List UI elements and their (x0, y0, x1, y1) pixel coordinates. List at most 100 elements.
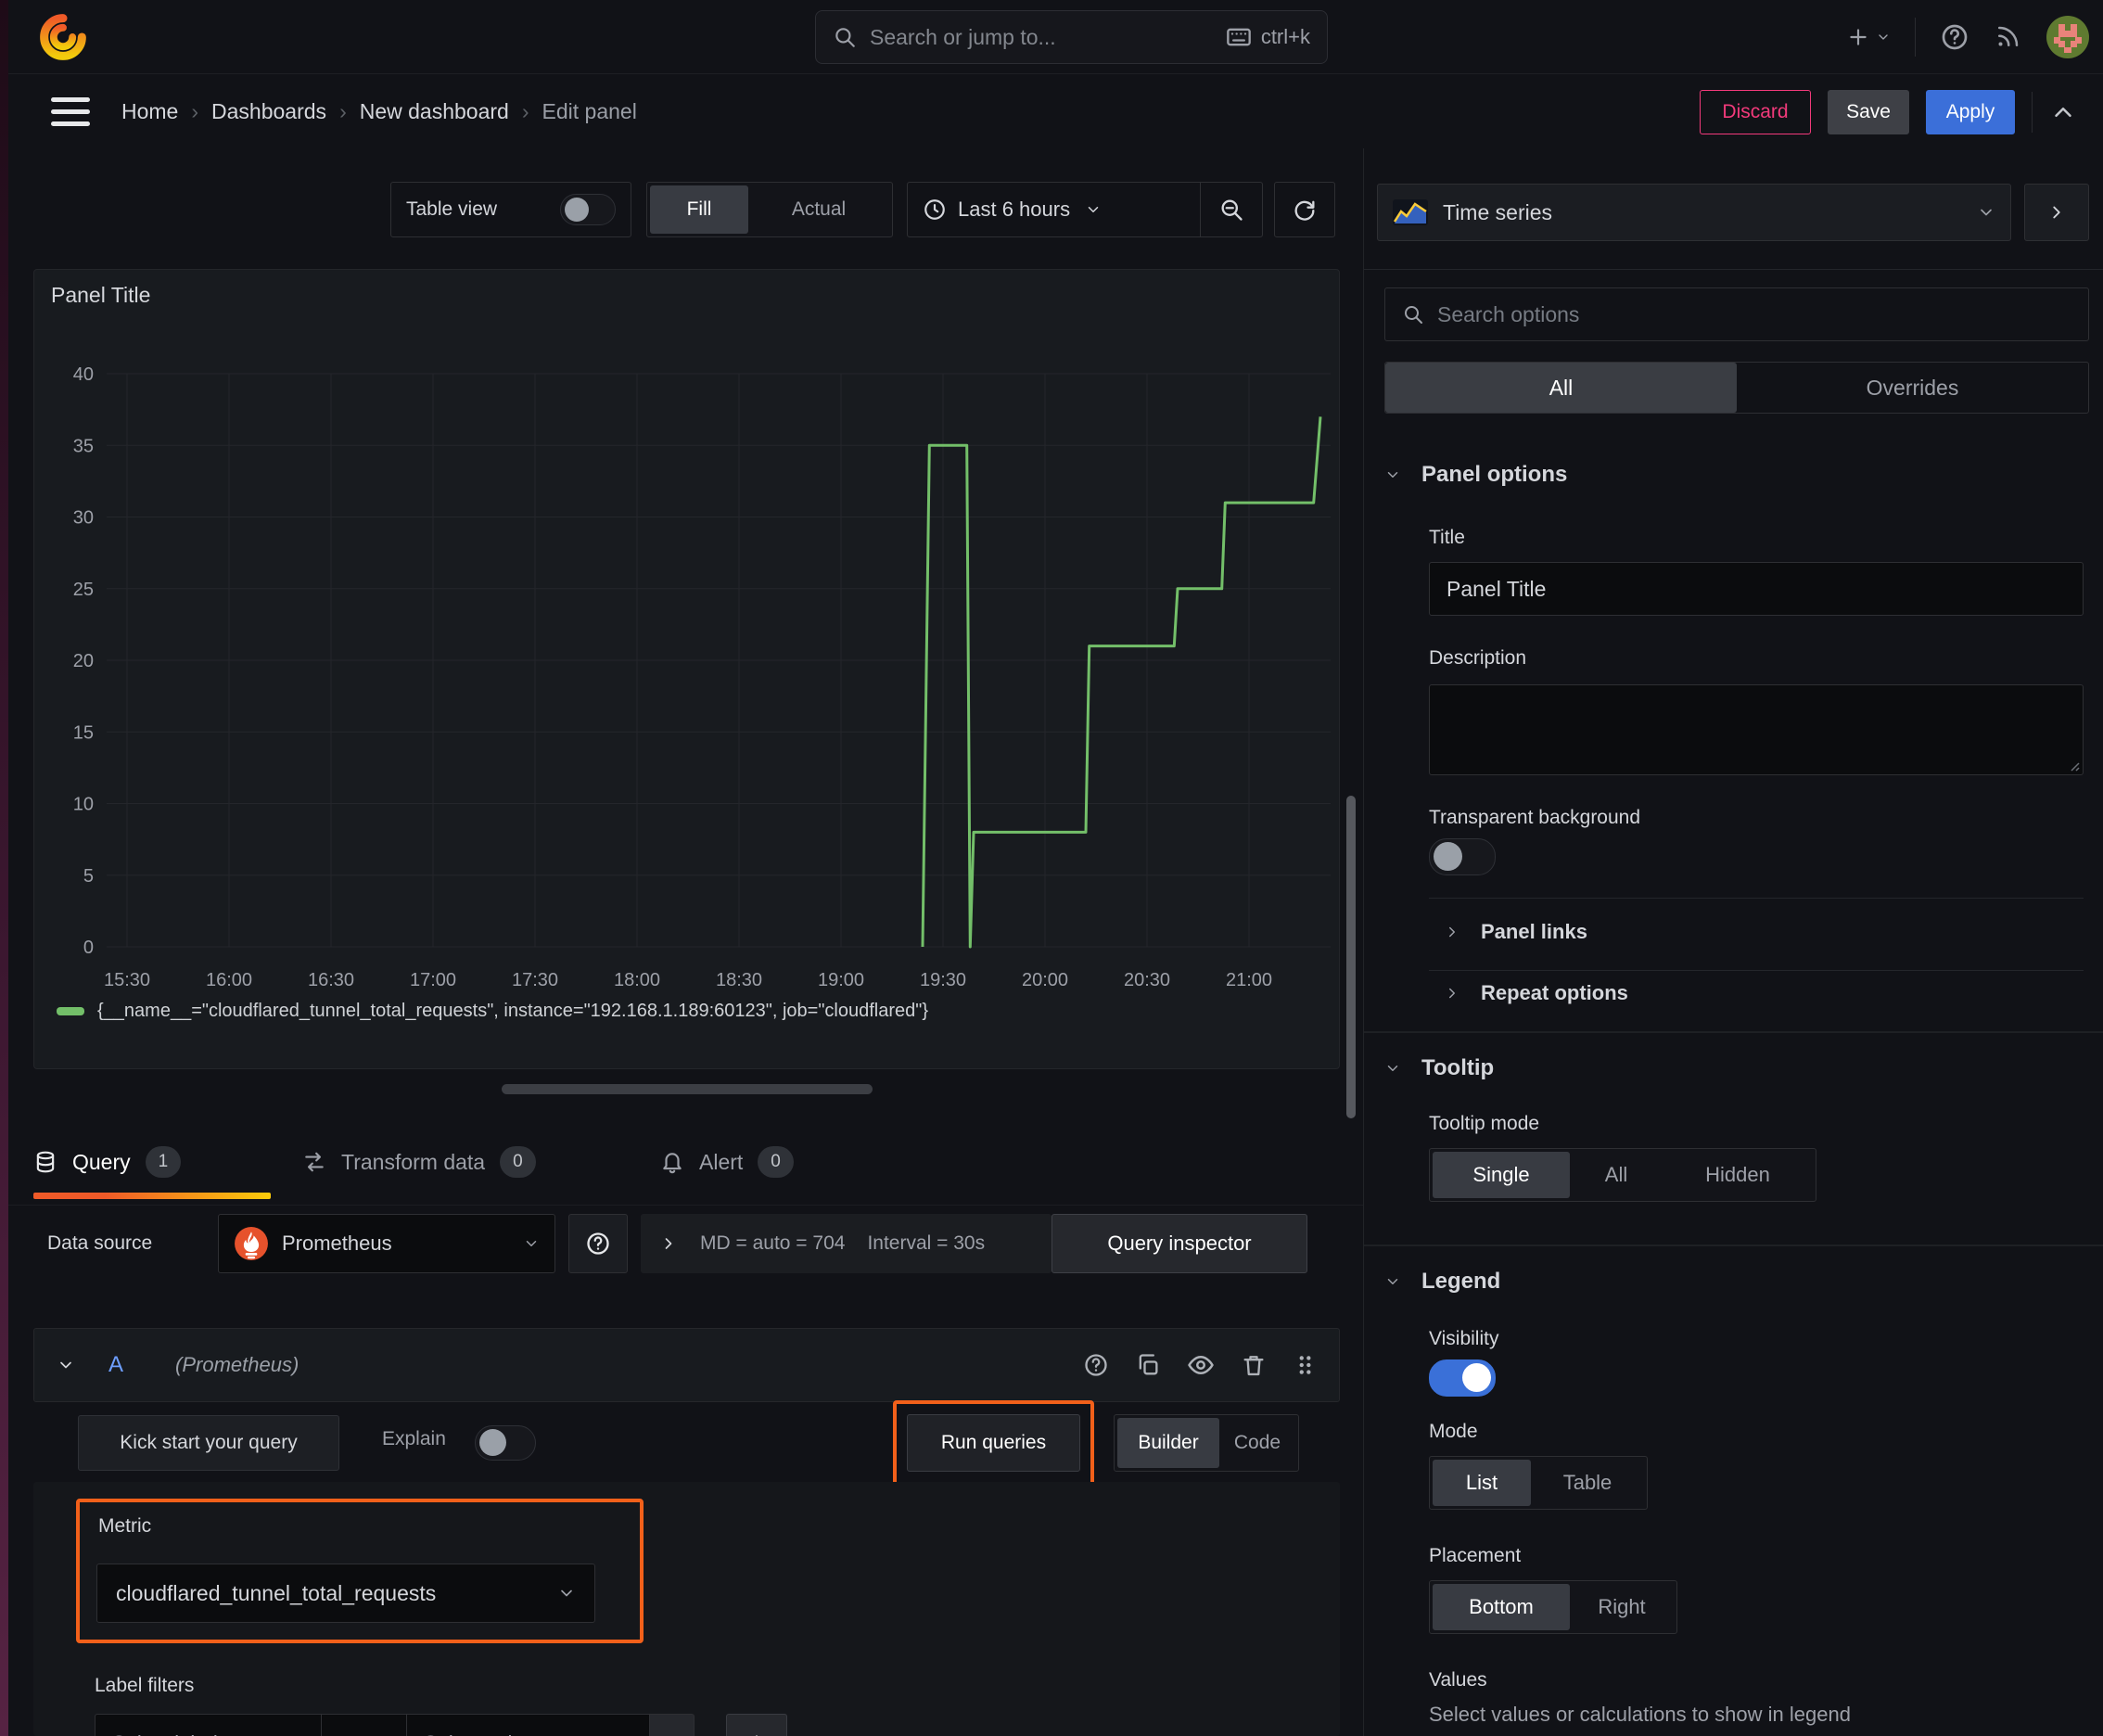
time-range-picker[interactable]: Last 6 hours (908, 183, 1200, 236)
tooltip-hidden-option[interactable]: Hidden (1663, 1152, 1813, 1198)
help-icon[interactable] (1940, 22, 1969, 52)
collapse-pane-button[interactable] (2024, 184, 2089, 241)
query-help-icon[interactable] (1083, 1352, 1109, 1378)
legend-series-swatch[interactable] (57, 1007, 84, 1015)
select-value-dropdown[interactable]: Select value (407, 1714, 650, 1736)
svg-text:18:00: 18:00 (614, 970, 660, 990)
legend-table-option[interactable]: Table (1531, 1460, 1644, 1506)
global-search[interactable]: Search or jump to... ctrl+k (815, 10, 1328, 64)
tab-alert[interactable]: Alert 0 (660, 1125, 794, 1199)
chevron-down-icon[interactable] (57, 1356, 75, 1374)
panel-links-row[interactable]: Panel links (1444, 920, 1587, 944)
toggle-visibility-icon[interactable] (1187, 1351, 1215, 1379)
breadcrumb-new-dashboard[interactable]: New dashboard (360, 99, 509, 124)
tab-query[interactable]: Query 1 (33, 1125, 182, 1199)
tab-overrides[interactable]: Overrides (1737, 363, 2088, 413)
apply-button[interactable]: Apply (1926, 89, 2015, 134)
tooltip-title: Tooltip (1421, 1055, 1495, 1080)
datasource-picker[interactable]: Prometheus (218, 1214, 555, 1273)
time-series-chart[interactable]: 0 5 10 15 20 25 30 35 40 15:30 16:00 16:30 17:00 17:3… (42, 335, 1336, 1002)
datasource-help-button[interactable] (568, 1214, 628, 1273)
news-rss-icon[interactable] (1994, 23, 2021, 51)
save-button[interactable]: Save (1828, 89, 1909, 134)
svg-text:17:30: 17:30 (512, 970, 558, 990)
search-shortcut: ctrl+k (1260, 25, 1310, 48)
tab-all[interactable]: All (1385, 363, 1737, 413)
run-queries-button[interactable]: Run queries (907, 1414, 1080, 1472)
section-divider (1364, 1031, 2103, 1033)
table-view-toggle[interactable] (560, 194, 616, 225)
breadcrumb-home[interactable]: Home (121, 99, 178, 124)
query-options-interval: Interval = 30s (867, 1232, 986, 1254)
discard-button[interactable]: Discard (1700, 89, 1811, 134)
explain-toggle[interactable] (475, 1425, 536, 1461)
legend-list-option[interactable]: List (1433, 1460, 1531, 1506)
transparent-bg-toggle[interactable] (1429, 838, 1496, 875)
panel-title[interactable]: Panel Title (51, 283, 150, 308)
zoom-out-button[interactable] (1201, 183, 1262, 236)
query-inspector-button[interactable]: Query inspector (1052, 1214, 1307, 1273)
main-scrollbar-thumb[interactable] (1346, 796, 1356, 1118)
plus-icon (756, 1735, 758, 1736)
metric-value: cloudflared_tunnel_total_requests (116, 1580, 437, 1605)
menu-toggle[interactable] (51, 97, 90, 126)
breadcrumb: Home › Dashboards › New dashboard › Edit… (121, 99, 637, 124)
options-search-input[interactable] (1437, 301, 2071, 327)
panel-options-header[interactable]: Panel options (1384, 462, 1567, 488)
operator-dropdown[interactable]: = (322, 1714, 407, 1736)
select-label-dropdown[interactable]: Select label (95, 1714, 322, 1736)
delete-query-icon[interactable] (1241, 1352, 1267, 1378)
panel-title-input[interactable] (1429, 562, 2084, 616)
options-sidebar: Time series All Overrides Panel options … (1363, 148, 2103, 1736)
grafana-logo-icon[interactable] (39, 13, 87, 61)
values-hint: Select values or calculations to show in… (1429, 1703, 1851, 1726)
legend-placement-switch: Bottom Right (1429, 1580, 1677, 1634)
query-row-header[interactable]: A (Prometheus) (33, 1328, 1340, 1402)
transform-icon (305, 1152, 324, 1172)
panel: Panel Title 0 5 10 15 20 25 30 35 40 15:30 16:00 16… (33, 269, 1340, 1069)
kick-start-button[interactable]: Kick start your query (78, 1415, 339, 1471)
fill-actual-switch: Fill Actual (646, 182, 893, 237)
breadcrumb-dashboards[interactable]: Dashboards (211, 99, 326, 124)
panel-resize-handle[interactable] (502, 1084, 873, 1094)
code-option[interactable]: Code (1219, 1418, 1295, 1468)
plus-icon (1850, 29, 1867, 45)
svg-text:18:30: 18:30 (716, 970, 762, 990)
query-options-row[interactable]: MD = auto = 704 Interval = 30s (641, 1214, 1052, 1273)
datasource-row: Data source Prometheus MD = auto = 704 I… (8, 1213, 1363, 1274)
repeat-options-row[interactable]: Repeat options (1444, 981, 1628, 1005)
tooltip-header[interactable]: Tooltip (1384, 1055, 1494, 1081)
svg-text:20: 20 (73, 651, 94, 671)
metric-select[interactable]: cloudflared_tunnel_total_requests (96, 1564, 595, 1623)
refresh-button[interactable] (1274, 182, 1335, 237)
collapse-options-icon[interactable] (2049, 98, 2077, 126)
legend-visibility-toggle[interactable] (1429, 1359, 1496, 1397)
legend-header[interactable]: Legend (1384, 1269, 1500, 1295)
description-textarea[interactable] (1429, 684, 2084, 775)
placement-bottom-option[interactable]: Bottom (1433, 1584, 1570, 1630)
title-label: Title (1429, 527, 1465, 548)
duplicate-query-icon[interactable] (1135, 1352, 1161, 1378)
options-search[interactable] (1384, 287, 2089, 341)
remove-filter-button[interactable] (650, 1714, 695, 1736)
visualization-picker[interactable]: Time series (1377, 184, 2011, 241)
legend-mode-switch: List Table (1429, 1456, 1648, 1510)
add-filter-button[interactable] (726, 1714, 787, 1736)
chevron-right-icon (2053, 206, 2060, 219)
actual-option[interactable]: Actual (748, 185, 889, 234)
placement-right-option[interactable]: Right (1570, 1584, 1674, 1630)
tooltip-all-option[interactable]: All (1570, 1152, 1663, 1198)
tooltip-single-option[interactable]: Single (1433, 1152, 1570, 1198)
svg-text:19:00: 19:00 (818, 970, 864, 990)
fill-option[interactable]: Fill (650, 185, 748, 234)
tab-transform[interactable]: Transform data 0 (302, 1125, 536, 1199)
table-view-control: Table view (390, 182, 631, 237)
legend-series-label[interactable]: {__name__="cloudflared_tunnel_total_requ… (97, 1001, 928, 1022)
user-avatar[interactable] (2046, 15, 2090, 59)
tab-transform-label: Transform data (341, 1149, 486, 1174)
svg-text:0: 0 (83, 938, 94, 958)
refresh-icon (1294, 200, 1315, 221)
drag-handle-icon[interactable] (1293, 1353, 1317, 1377)
builder-option[interactable]: Builder (1117, 1418, 1219, 1468)
new-menu-button[interactable] (1846, 25, 1891, 49)
